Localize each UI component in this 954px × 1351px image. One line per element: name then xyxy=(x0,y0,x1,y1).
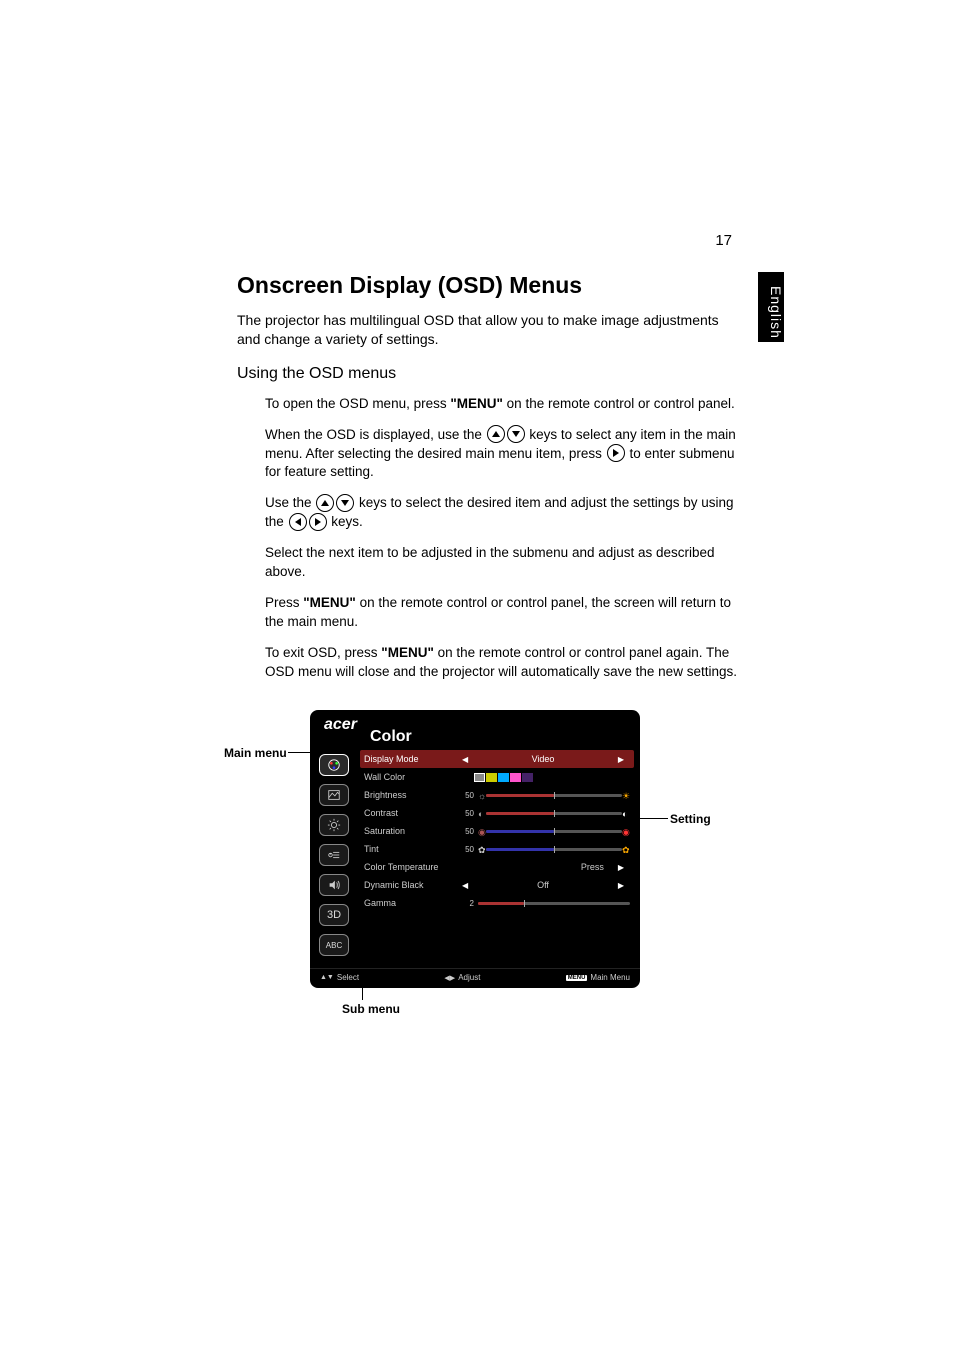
left-arrow-icon[interactable]: ◀ xyxy=(456,755,474,764)
wall-color-swatches xyxy=(474,773,533,782)
right-arrow-icon[interactable]: ▶ xyxy=(612,881,630,890)
callout-setting: Setting xyxy=(670,812,711,826)
right-arrow-icon[interactable]: ▶ xyxy=(612,755,630,764)
row-wall-color[interactable]: Wall Color xyxy=(360,768,634,786)
row-tint[interactable]: Tint 50 ✿ ✿ xyxy=(360,840,634,858)
brightness-high-icon: ☀ xyxy=(622,791,630,799)
page-number: 17 xyxy=(715,232,732,249)
bullet-3: Use the keys to select the desired item … xyxy=(265,494,737,532)
left-key-icon xyxy=(289,513,307,531)
callout-main-menu: Main menu xyxy=(224,746,287,760)
down-key-icon xyxy=(507,425,525,443)
sidebar-image-icon[interactable] xyxy=(319,784,349,806)
osd-title: Color xyxy=(370,728,412,746)
osd-panel: acer Color 3D ABC xyxy=(310,710,640,988)
osd-sidebar: 3D ABC xyxy=(310,750,358,968)
contrast-low-icon: ◐ xyxy=(478,809,486,817)
saturation-high-icon: ◉ xyxy=(622,827,630,835)
row-display-mode[interactable]: Display Mode ◀ Video ▶ xyxy=(360,750,634,768)
right-arrow-icon[interactable]: ▶ xyxy=(612,863,630,872)
sidebar-management-icon[interactable] xyxy=(319,844,349,866)
up-key-icon xyxy=(487,425,505,443)
down-key-icon xyxy=(336,494,354,512)
row-color-temp[interactable]: Color Temperature Press ▶ xyxy=(360,858,634,876)
page-content: Onscreen Display (OSD) Menus The project… xyxy=(237,272,737,693)
bullet-1: To open the OSD menu, press "MENU" on th… xyxy=(265,395,737,414)
tint-high-icon: ✿ xyxy=(622,845,630,853)
row-contrast[interactable]: Contrast 50 ◐ ◐ xyxy=(360,804,634,822)
sidebar-color-icon[interactable] xyxy=(319,754,349,776)
bullet-2: When the OSD is displayed, use the keys … xyxy=(265,426,737,483)
intro-text: The projector has multilingual OSD that … xyxy=(237,311,737,349)
contrast-high-icon: ◐ xyxy=(622,809,630,817)
right-key-icon xyxy=(309,513,327,531)
sidebar-settings-icon[interactable] xyxy=(319,814,349,836)
page-title: Onscreen Display (OSD) Menus xyxy=(237,272,737,299)
bullet-list: To open the OSD menu, press "MENU" on th… xyxy=(237,395,737,682)
tint-low-icon: ✿ xyxy=(478,845,486,853)
osd-footer: ▲▼Select ◀▶Adjust MENUMain Menu xyxy=(310,968,640,988)
section-title: Using the OSD menus xyxy=(237,365,737,383)
footer-select: ▲▼Select xyxy=(320,973,359,982)
sidebar-audio-icon[interactable] xyxy=(319,874,349,896)
row-dynamic-black[interactable]: Dynamic Black ◀ Off ▶ xyxy=(360,876,634,894)
footer-adjust: ◀▶Adjust xyxy=(444,973,480,982)
bullet-6: To exit OSD, press "MENU" on the remote … xyxy=(265,644,737,682)
saturation-low-icon: ◉ xyxy=(478,827,486,835)
callout-sub-menu: Sub menu xyxy=(342,1002,400,1016)
right-key-icon xyxy=(607,444,625,462)
language-tab: English xyxy=(758,272,784,342)
sidebar-language-icon[interactable]: ABC xyxy=(319,934,349,956)
brightness-low-icon: ☼ xyxy=(478,791,486,799)
sidebar-3d-icon[interactable]: 3D xyxy=(319,904,349,926)
footer-menu: MENUMain Menu xyxy=(566,973,630,982)
left-arrow-icon[interactable]: ◀ xyxy=(456,881,474,890)
bullet-4: Select the next item to be adjusted in t… xyxy=(265,544,737,582)
brand-logo: acer xyxy=(324,716,357,734)
up-key-icon xyxy=(316,494,334,512)
row-gamma[interactable]: Gamma 2 xyxy=(360,894,634,912)
row-saturation[interactable]: Saturation 50 ◉ ◉ xyxy=(360,822,634,840)
row-brightness[interactable]: Brightness 50 ☼ ☀ xyxy=(360,786,634,804)
osd-submenu: Display Mode ◀ Video ▶ Wall Color xyxy=(358,750,640,968)
bullet-5: Press "MENU" on the remote control or co… xyxy=(265,594,737,632)
